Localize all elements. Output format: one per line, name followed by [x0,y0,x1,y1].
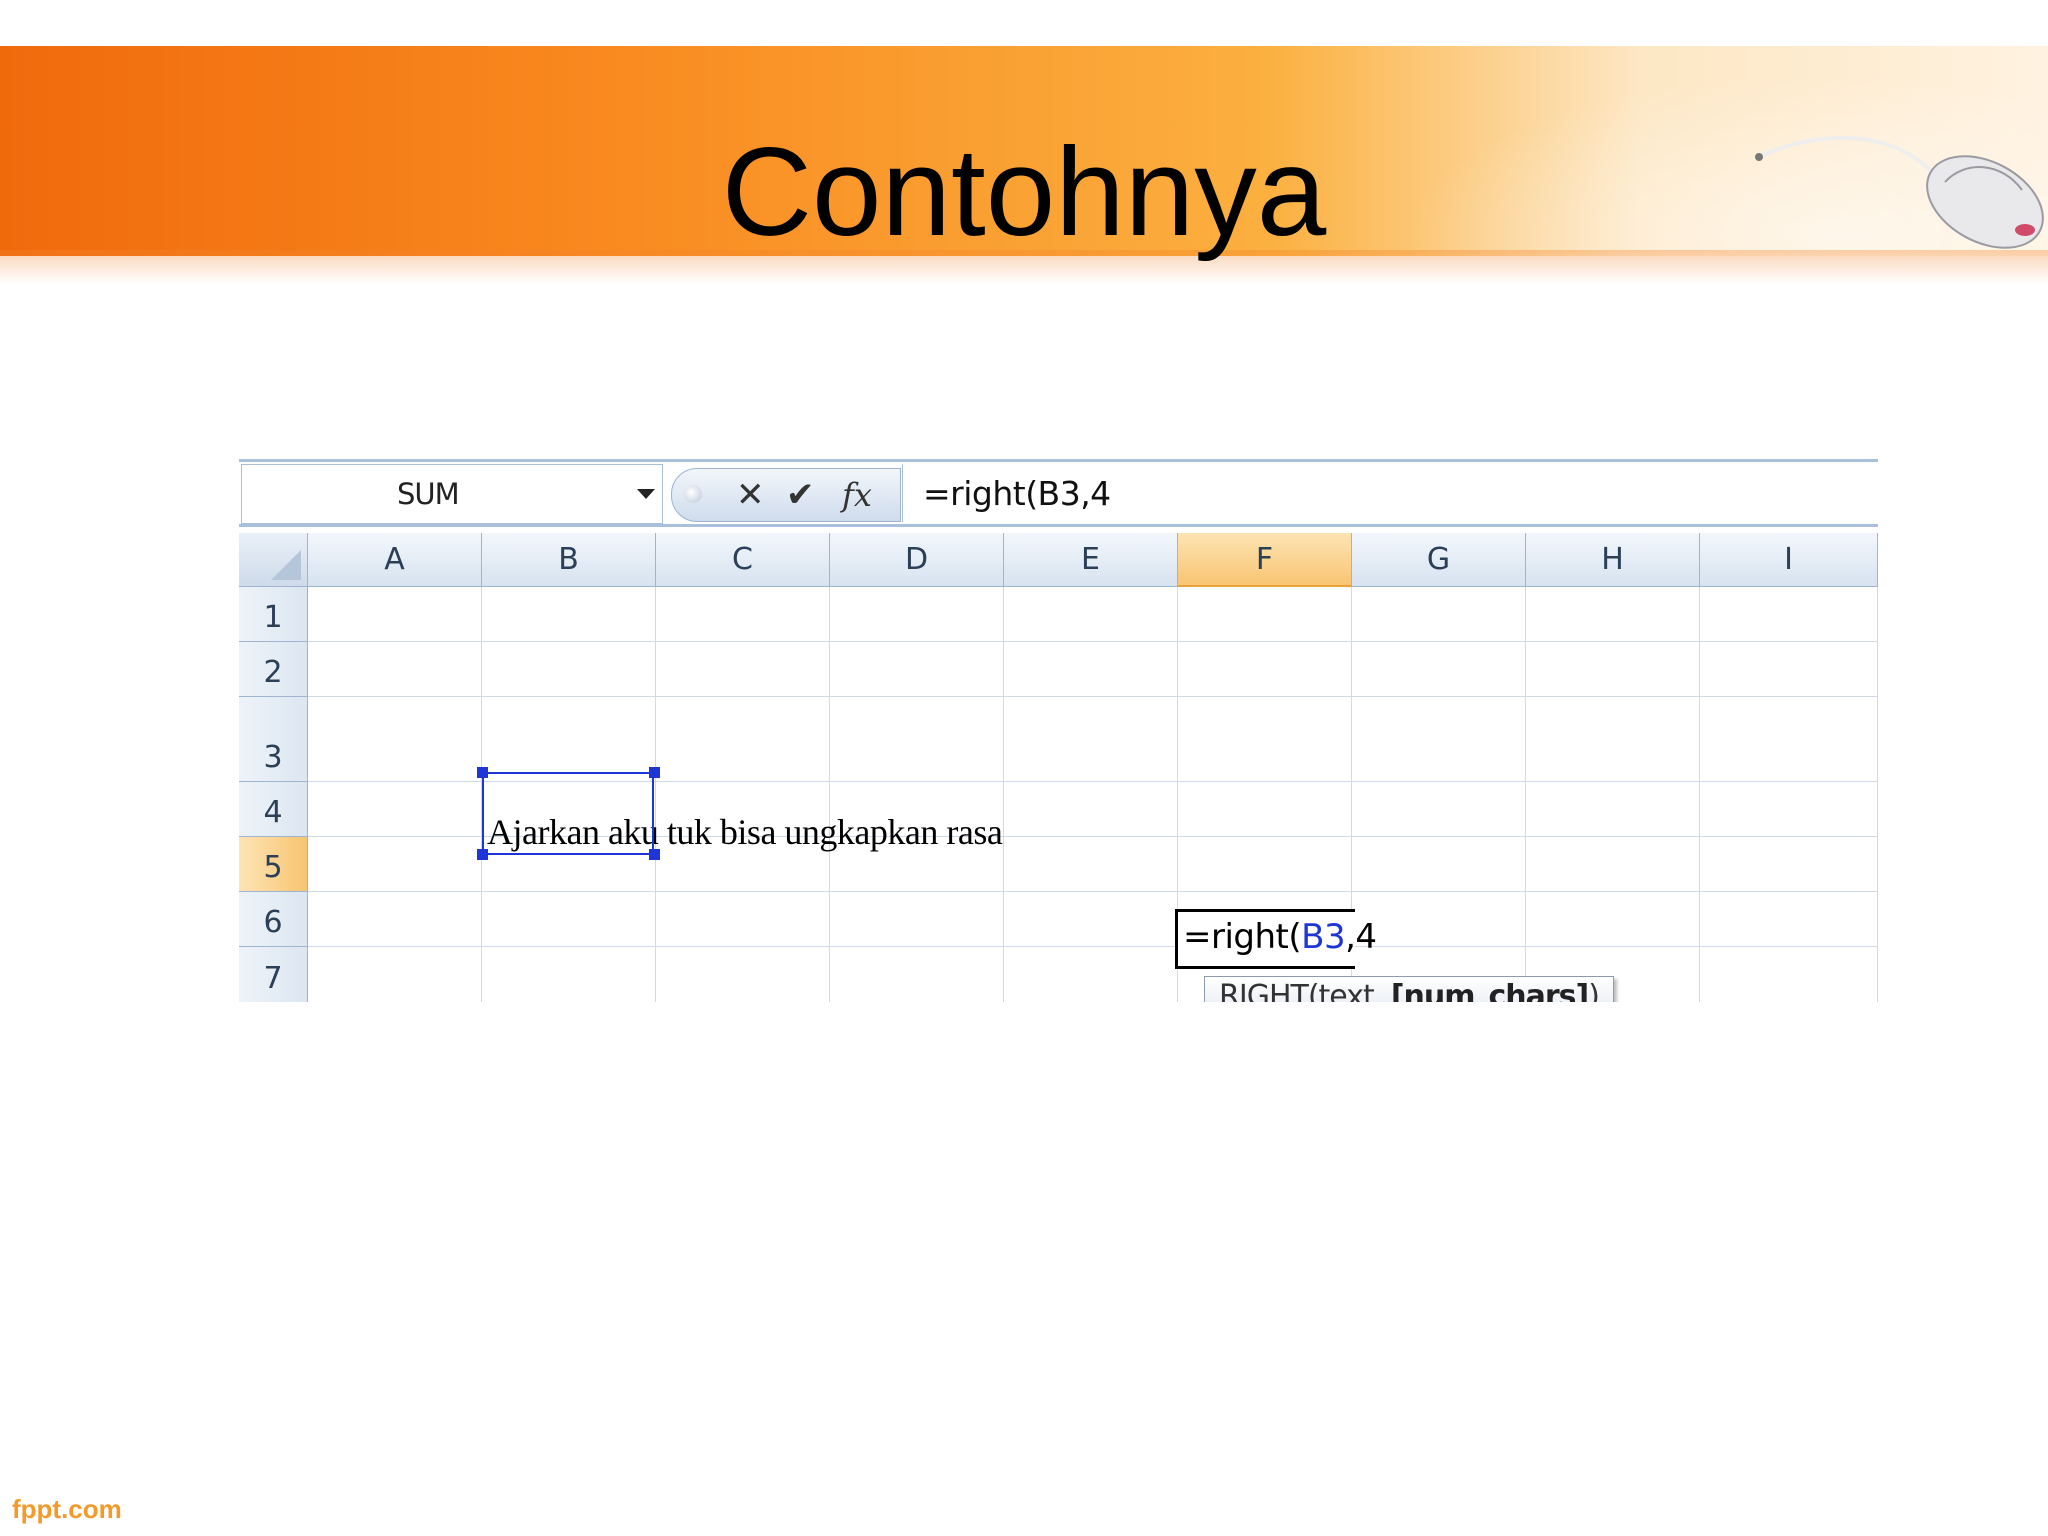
grid-line [1699,587,1700,1002]
excel-screenshot: SUM ✕ ✔ fx =right(B3,4 ABCDEFGHI 1 2 3 4 5 6 7… [239,459,1878,1002]
row-header-4[interactable]: 4 [239,782,308,837]
row-header-1[interactable]: 1 [239,587,308,642]
grid-line [308,641,1878,642]
reference-handle[interactable] [649,849,660,860]
cell-f5-edit-text[interactable]: =right(B3,4 [1183,917,1377,957]
tooltip-close: ) [1588,979,1600,1002]
worksheet-grid[interactable]: ABCDEFGHI 1234567 Ajarkan aku tuk bisa u… [239,533,1878,1002]
row-number: 3 [263,740,283,775]
grid-line [308,946,1878,947]
select-all-icon [271,550,301,580]
grid-line [655,587,656,1002]
row-header-6[interactable]: 6 [239,892,308,947]
formula-text: =right(B3,4 [923,474,1111,513]
reference-handle[interactable] [477,849,488,860]
resize-handle-icon[interactable] [684,485,702,503]
tooltip-function: RIGHT(text, [1219,979,1391,1002]
tooltip-optional-arg: [num_chars] [1390,979,1589,1002]
formula-buttons: ✕ ✔ fx [671,468,901,522]
cancel-icon[interactable]: ✕ [736,477,765,513]
name-box-value: SUM [397,477,460,511]
function-tooltip[interactable]: RIGHT(text, [num_chars]) [1204,976,1614,1002]
reference-handle[interactable] [477,767,488,778]
grid-line [1525,587,1526,1002]
formula-reference: B3 [1301,917,1346,957]
grid-line [1877,587,1878,1002]
grid-line [308,891,1878,892]
column-header-i[interactable]: I [1700,533,1878,587]
row-number: 2 [263,655,283,690]
name-box[interactable]: SUM [241,464,663,524]
dropdown-arrow-icon[interactable] [637,489,655,499]
row-header-3[interactable]: 3 [239,697,308,782]
row-header-2[interactable]: 2 [239,642,308,697]
computer-mouse-icon [1755,136,2044,249]
row-number: 4 [263,795,283,830]
column-header-f[interactable]: F [1178,533,1352,587]
select-all-button[interactable] [239,533,308,587]
column-header-a[interactable]: A [308,533,482,587]
formula-input[interactable]: =right(B3,4 [902,464,1877,522]
enter-icon[interactable]: ✔ [786,477,815,513]
column-header-c[interactable]: C [656,533,830,587]
row-number: 5 [263,850,283,885]
grid-line [829,587,830,1002]
row-header-7[interactable]: 7 [239,947,308,1002]
row-number: 6 [263,905,283,940]
insert-function-icon[interactable]: fx [842,477,872,513]
reference-handle[interactable] [649,767,660,778]
row-number: 7 [263,961,283,996]
formula-prefix: =right( [1183,917,1302,957]
formula-suffix: ,4 [1345,917,1377,957]
column-header-e[interactable]: E [1004,533,1178,587]
row-number: 1 [263,600,283,635]
grid-line [1003,587,1004,1002]
cell-b3-reference-box [482,772,654,855]
footer-brand: fppt.com [12,1494,122,1524]
column-header-h[interactable]: H [1526,533,1700,587]
formula-bar: SUM ✕ ✔ fx =right(B3,4 [239,459,1878,527]
column-header-d[interactable]: D [830,533,1004,587]
grid-line [308,696,1878,697]
column-header-b[interactable]: B [482,533,656,587]
row-header-5[interactable]: 5 [239,837,308,892]
column-header-g[interactable]: G [1352,533,1526,587]
